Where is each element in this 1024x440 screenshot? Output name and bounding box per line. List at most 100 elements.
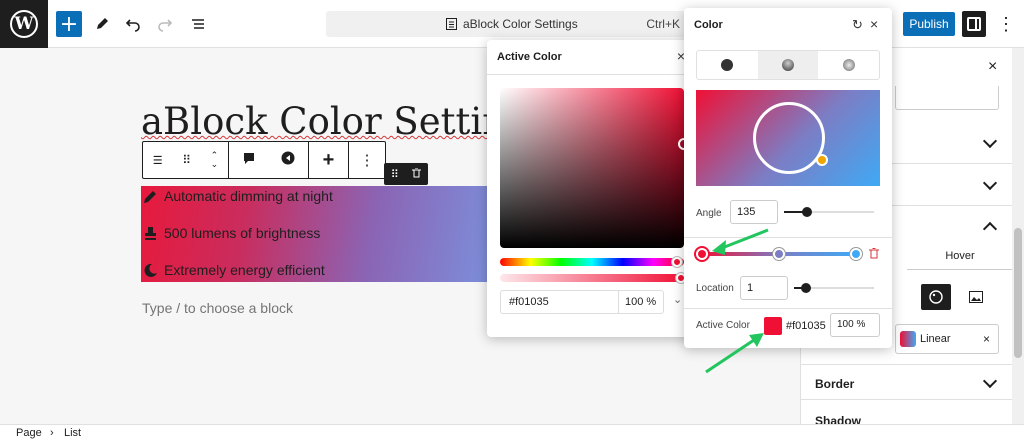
document-icon	[446, 18, 457, 30]
tab-hover[interactable]: Hover	[907, 244, 1013, 270]
angle-label: Angle	[696, 208, 722, 219]
page-title-text: aBlock Color Setting	[141, 100, 530, 143]
list-item-text: 500 lumens of brightness	[164, 225, 321, 241]
solid-option[interactable]	[697, 51, 758, 79]
gradient-swatch	[900, 331, 916, 347]
more-options-icon[interactable]: ⋮	[360, 151, 375, 169]
scrollbar-thumb[interactable]	[1014, 228, 1022, 358]
breadcrumb: Page › List	[0, 424, 1024, 440]
clear-icon[interactable]: ×	[983, 332, 990, 346]
close-icon[interactable]: ×	[870, 16, 878, 32]
angle-dial[interactable]	[753, 102, 825, 174]
list-transform-icon[interactable]: ☰	[153, 154, 163, 167]
gradient-stop[interactable]	[850, 248, 862, 260]
location-input[interactable]: 1	[740, 276, 788, 300]
close-sidebar-icon[interactable]: ×	[988, 58, 997, 76]
add-item-icon[interactable]: +	[323, 149, 335, 172]
moon-star-icon	[142, 262, 158, 278]
settings-toggle-button[interactable]	[962, 11, 986, 37]
image-type-button[interactable]	[961, 284, 991, 310]
location-label: Location	[696, 283, 734, 294]
active-color-popover: Active Color × #f01035 100 % ⌄	[487, 40, 697, 337]
list-item[interactable]: 500 lumens of brightness	[142, 225, 320, 241]
redo-icon	[158, 19, 173, 32]
color-type-segment	[696, 50, 880, 80]
page-title[interactable]: aBlock Color Setting	[141, 100, 530, 143]
popover-title: Active Color	[497, 51, 562, 63]
sidebar-scrollbar[interactable]	[1012, 48, 1024, 424]
saturation-picker[interactable]	[500, 88, 690, 248]
angle-slider-handle[interactable]	[801, 207, 812, 217]
border-label: Border	[815, 377, 855, 391]
command-palette-bar[interactable]: aBlock Color Settings Ctrl+K	[326, 11, 690, 37]
block-placeholder[interactable]: Type / to choose a block	[142, 300, 293, 316]
location-slider[interactable]	[794, 283, 874, 293]
gradient-icon	[782, 59, 794, 71]
alpha-slider[interactable]	[500, 273, 686, 283]
gradient-stop-active[interactable]	[696, 248, 708, 260]
breadcrumb-separator: ›	[50, 427, 54, 439]
mini-block-toolbar: ⠿	[384, 163, 428, 185]
publish-button[interactable]: Publish	[903, 12, 955, 36]
opacity-input[interactable]: 100 %	[619, 291, 663, 313]
drag-handle-icon[interactable]: ⠿	[182, 153, 191, 167]
wordpress-icon: W	[10, 10, 38, 38]
gradient-stop[interactable]	[773, 248, 785, 260]
gradient-type-label: Linear	[920, 333, 951, 345]
document-title: aBlock Color Settings	[463, 17, 578, 31]
pencil-icon	[142, 188, 158, 204]
border-section[interactable]: Border	[801, 364, 1013, 400]
trash-icon[interactable]	[869, 248, 879, 262]
drag-handle-icon[interactable]: ⠿	[391, 168, 399, 181]
chevron-down-icon[interactable]: ⌄	[673, 293, 682, 306]
gradient-type-button[interactable]	[921, 284, 951, 310]
active-color-opacity[interactable]: 100 %	[830, 313, 880, 337]
shadow-section[interactable]: Shadow	[801, 400, 1013, 428]
redo-button[interactable]	[151, 10, 179, 38]
angle-slider[interactable]	[784, 207, 874, 217]
lamp-icon	[142, 225, 158, 241]
gradient-stop-bar[interactable]	[696, 248, 862, 260]
hex-input[interactable]: #f01035	[501, 291, 619, 313]
gradient-select[interactable]: Linear ×	[895, 324, 999, 354]
comment-icon[interactable]	[242, 151, 256, 170]
pen-icon	[97, 18, 108, 29]
move-up-down-icon[interactable]: ⌃ ⌄	[211, 151, 219, 169]
undo-button[interactable]	[119, 10, 147, 38]
angle-handle[interactable]	[816, 154, 828, 166]
add-block-button[interactable]: +	[56, 11, 82, 37]
hue-slider[interactable]	[500, 257, 684, 267]
block-toolbar: ☰ ⠿ ⌃ ⌄ + ⋮	[142, 141, 386, 179]
image-icon	[969, 291, 983, 303]
color-popover: Color ↻ × Angle 135 Location 1 Active Co…	[684, 8, 892, 348]
popover-title: Color	[694, 19, 723, 31]
reset-icon[interactable]: ↻	[852, 17, 863, 33]
chevron-down-icon	[982, 133, 998, 149]
radial-option[interactable]	[818, 51, 879, 79]
active-color-swatch[interactable]	[764, 317, 782, 335]
chevron-down-icon	[982, 373, 998, 389]
options-menu-button[interactable]: ⋮	[996, 11, 1016, 37]
gradient-preview[interactable]	[696, 90, 880, 186]
list-item[interactable]: Extremely energy efficient	[142, 262, 325, 278]
wordpress-logo[interactable]: W	[0, 0, 48, 48]
document-overview-button[interactable]	[184, 10, 212, 38]
tools-button[interactable]	[88, 10, 116, 38]
radial-icon	[842, 59, 855, 71]
trash-icon[interactable]	[412, 167, 422, 181]
gradient-option[interactable]	[757, 51, 819, 79]
chevron-down-icon	[982, 175, 998, 191]
list-item-text: Extremely energy efficient	[164, 262, 325, 278]
active-color-label: Active Color	[696, 320, 750, 331]
hue-handle[interactable]	[672, 257, 682, 267]
angle-input[interactable]: 135	[730, 200, 778, 224]
palette-icon	[929, 290, 943, 304]
sidebar-icon	[967, 17, 981, 31]
play-circle-icon[interactable]	[281, 151, 295, 170]
list-item[interactable]: Automatic dimming at night	[142, 188, 333, 204]
active-color-hex[interactable]: #f01035	[786, 320, 826, 332]
breadcrumb-page[interactable]: Page	[16, 427, 42, 439]
breadcrumb-list[interactable]: List	[64, 427, 81, 439]
sidebar-input[interactable]	[895, 86, 999, 110]
location-slider-handle[interactable]	[801, 283, 811, 293]
